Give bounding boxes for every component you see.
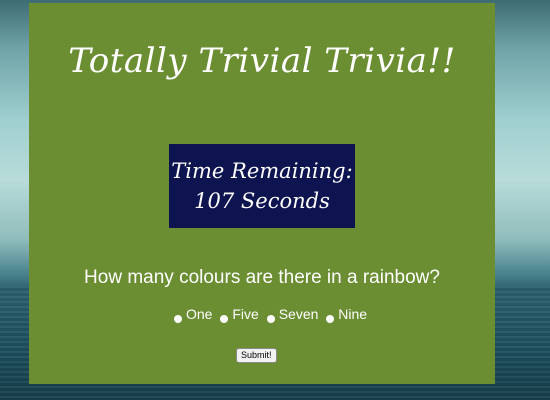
radio-button-nine[interactable] [326,315,335,323]
answer-label-one: One [186,306,213,322]
answer-options: One Five Seven Nine [174,306,371,323]
page-title: Totally Trivial Trivia!! [68,41,456,81]
radio-button-one[interactable] [174,315,182,323]
radio-button-seven[interactable] [266,315,275,323]
answer-option-five[interactable]: Five [220,306,259,323]
answer-option-nine[interactable]: Nine [326,306,367,323]
radio-button-five[interactable] [220,315,229,323]
answer-option-one[interactable]: One [174,306,212,323]
timer-label: Time Remaining: [171,159,353,183]
submit-button[interactable]: Submit! [236,348,277,363]
question-text: How many colours are there in a rainbow? [84,267,440,288]
timer-box: Time Remaining: 107 Seconds [169,144,355,228]
answer-label-nine: Nine [338,306,368,322]
answer-option-seven[interactable]: Seven [266,306,319,323]
timer-value: 107 Seconds [194,189,330,213]
answer-label-seven: Seven [278,306,319,322]
answer-label-five: Five [232,306,259,322]
quiz-panel: Totally Trivial Trivia!! Time Remaining:… [29,3,495,384]
